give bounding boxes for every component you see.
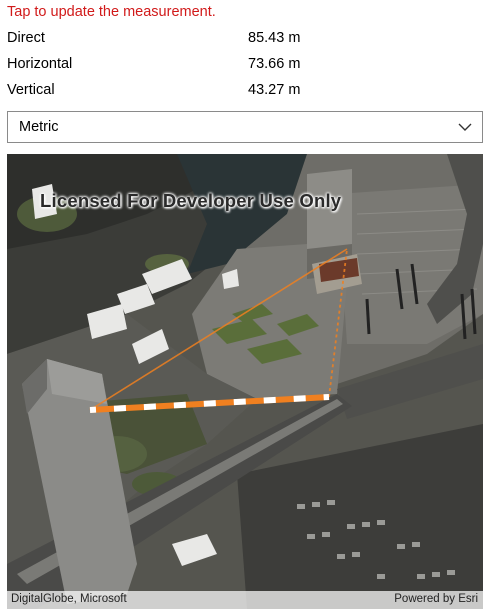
chevron-down-icon	[458, 123, 472, 131]
scene-view[interactable]: Licensed For Developer Use Only DigitalG…	[7, 154, 483, 609]
powered-by-text: Powered by Esri	[394, 593, 478, 605]
unit-system-dropdown[interactable]: Metric	[7, 111, 483, 143]
horizontal-row: Horizontal 73.66 m	[7, 56, 307, 76]
attribution-text[interactable]: DigitalGlobe, Microsoft	[11, 593, 127, 605]
direct-label: Direct	[7, 30, 45, 46]
developer-license-watermark: Licensed For Developer Use Only	[40, 190, 342, 211]
vertical-label: Vertical	[7, 82, 55, 98]
horizontal-label: Horizontal	[7, 56, 73, 72]
attribution-bar: DigitalGlobe, Microsoft Powered by Esri	[7, 591, 483, 609]
instructions-text: Tap to update the measurement.	[7, 4, 216, 20]
horizontal-value: 73.66 m	[248, 56, 301, 72]
direct-value: 85.43 m	[248, 30, 301, 46]
vertical-row: Vertical 43.27 m	[7, 82, 307, 102]
vertical-value: 43.27 m	[248, 82, 301, 98]
unit-system-selected: Metric	[19, 119, 59, 135]
scene-imagery[interactable]	[7, 154, 483, 609]
direct-row: Direct 85.43 m	[7, 30, 307, 50]
